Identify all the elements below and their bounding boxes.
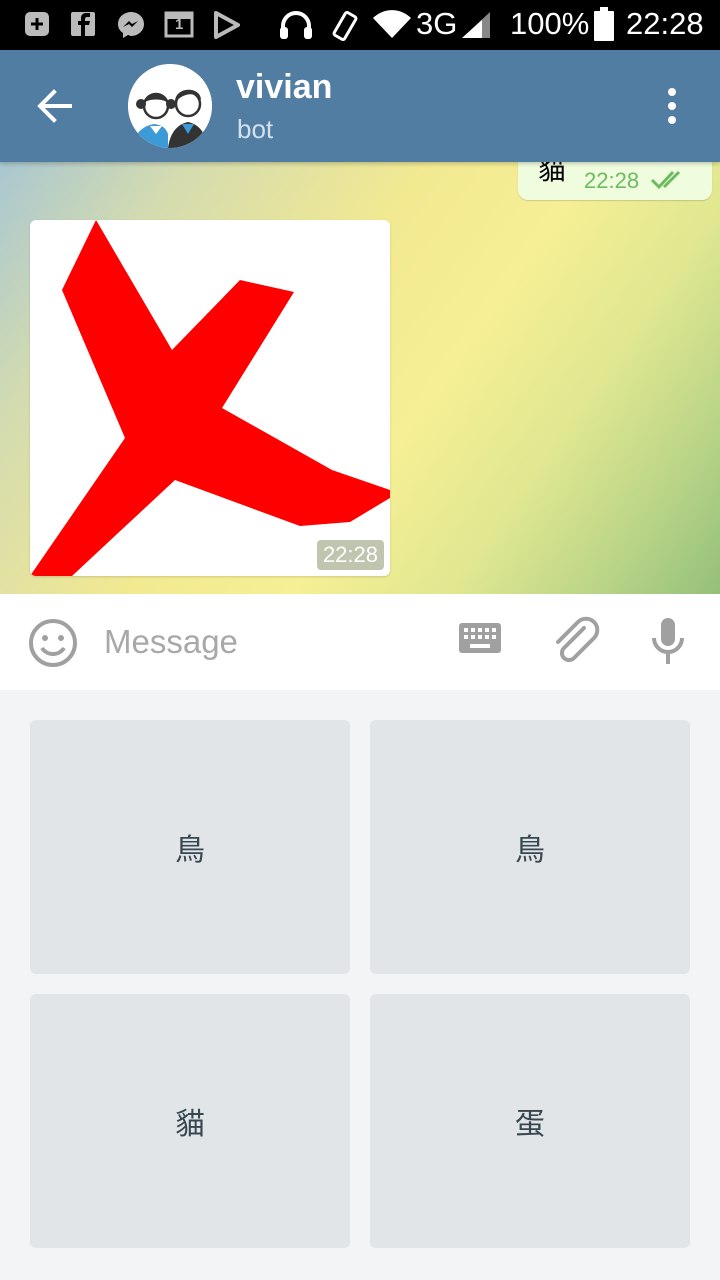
bot-reply-button-bird-2[interactable]: 鳥 xyxy=(370,720,690,974)
messenger-icon xyxy=(118,12,144,38)
network-type: 3G xyxy=(416,6,458,41)
chat-header: vivian bot xyxy=(0,50,720,162)
emoji-button[interactable] xyxy=(28,618,78,668)
battery-percent: 100% xyxy=(510,6,590,41)
status-bar: 1 3G 100% 22:28 xyxy=(0,0,720,50)
photo-time: 22:28 xyxy=(316,540,384,570)
signal-icon xyxy=(462,12,490,38)
smiley-icon xyxy=(29,619,77,667)
headset-icon xyxy=(280,11,312,39)
message-input[interactable] xyxy=(104,620,424,664)
chat-title[interactable]: vivian xyxy=(236,68,332,107)
voice-record-button[interactable] xyxy=(648,616,688,666)
add-icon xyxy=(25,12,49,36)
red-x-mark-image xyxy=(30,220,390,576)
play-icon xyxy=(214,11,240,39)
paperclip-icon xyxy=(556,616,600,663)
keyboard-toggle-button[interactable] xyxy=(458,622,502,654)
bot-reply-button-cat[interactable]: 貓 xyxy=(30,994,350,1248)
outgoing-message[interactable]: 貓 22:28 xyxy=(518,162,712,200)
chat-subtitle: bot xyxy=(237,114,274,144)
battery-icon xyxy=(594,7,614,41)
facebook-icon xyxy=(71,12,95,36)
keyboard-icon xyxy=(459,623,501,653)
bot-reply-button-bird-1[interactable]: 鳥 xyxy=(30,720,350,974)
status-time: 22:28 xyxy=(626,6,704,41)
incoming-photo[interactable]: 22:28 xyxy=(30,220,390,576)
avatar[interactable] xyxy=(128,64,212,148)
bot-reply-button-egg[interactable]: 蛋 xyxy=(370,994,690,1248)
attach-button[interactable] xyxy=(550,614,602,666)
avatar-couple-icon xyxy=(128,64,212,148)
back-button[interactable] xyxy=(20,80,92,132)
wifi-icon xyxy=(373,10,411,38)
bot-keyboard: 鳥 鳥 貓 蛋 xyxy=(0,690,720,1280)
message-text: 貓 xyxy=(538,162,567,186)
message-time: 22:28 xyxy=(584,168,640,193)
double-check-icon xyxy=(650,170,681,190)
arrow-left-icon xyxy=(37,89,72,123)
calendar-day: 1 xyxy=(175,16,184,33)
rotate-icon xyxy=(332,10,358,42)
microphone-icon xyxy=(652,618,684,664)
more-vertical-icon xyxy=(668,88,676,124)
chat-area[interactable]: 貓 22:28 22:28 xyxy=(0,162,720,594)
message-input-bar xyxy=(0,594,720,690)
more-menu-button[interactable] xyxy=(652,80,692,132)
